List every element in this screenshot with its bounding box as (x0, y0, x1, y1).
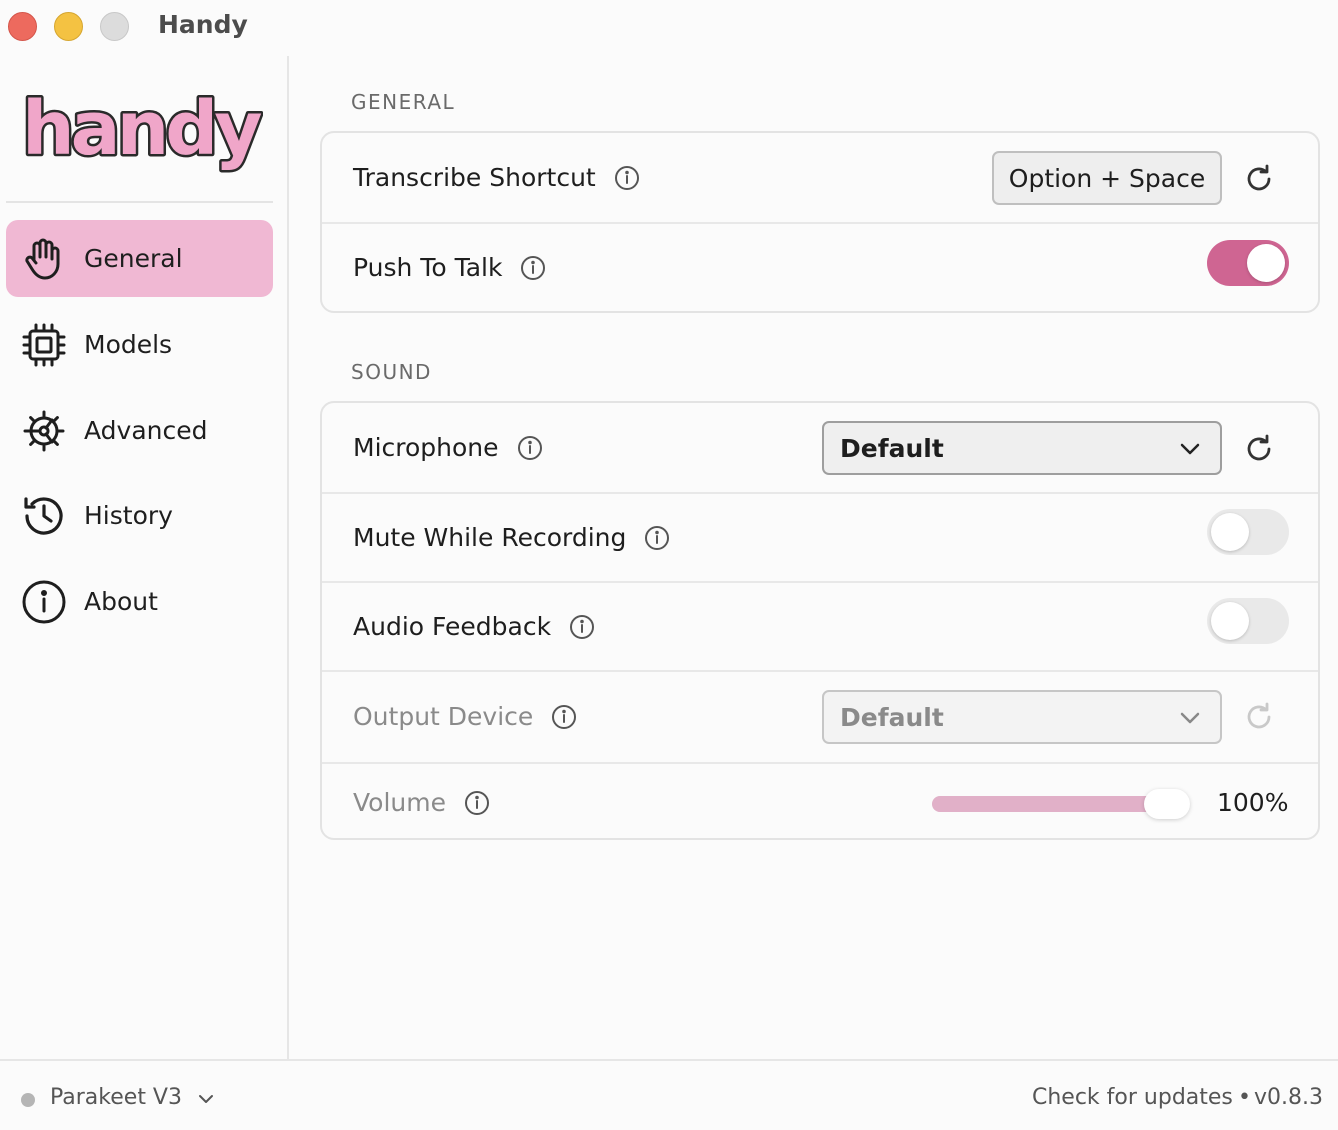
microphone-label: Microphone (353, 433, 499, 462)
setting-row-mute-while-recording: Mute While Recording (322, 494, 1318, 583)
chip-icon (21, 322, 67, 368)
title-bar: Handy (0, 0, 1338, 56)
volume-slider-thumb[interactable] (1144, 789, 1190, 819)
chevron-down-icon[interactable] (196, 1089, 216, 1109)
volume-slider-track (932, 789, 1190, 819)
reset-shortcut-icon[interactable] (1242, 162, 1276, 196)
app-version: v0.8.3 (1254, 1085, 1323, 1110)
transcribe-shortcut-label: Transcribe Shortcut (353, 163, 596, 192)
model-status-dot (21, 1093, 35, 1107)
sidebar-item-label: General (84, 244, 183, 273)
section-title-sound: SOUND (351, 360, 432, 384)
history-icon (21, 493, 67, 539)
setting-label: Audio Feedback (353, 612, 595, 641)
sidebar-item-history[interactable]: History (6, 477, 273, 554)
info-tooltip-icon[interactable] (569, 614, 595, 640)
setting-row-microphone: Microphone Default (322, 403, 1318, 494)
push-to-talk-label: Push To Talk (353, 253, 503, 282)
check-for-updates-link[interactable]: Check for updates (1032, 1085, 1233, 1110)
gear-icon (21, 408, 67, 454)
sidebar-item-general[interactable]: General (6, 220, 273, 297)
logo-text: handy (22, 86, 261, 172)
info-tooltip-icon[interactable] (517, 435, 543, 461)
setting-row-output-device: Output Device Default (322, 672, 1318, 764)
info-tooltip-icon[interactable] (614, 165, 640, 191)
setting-label: Volume (353, 788, 490, 817)
section-title-general: GENERAL (351, 90, 456, 114)
setting-label: Microphone (353, 433, 543, 462)
zoom-window-button[interactable] (100, 12, 129, 41)
info-tooltip-icon[interactable] (644, 525, 670, 551)
info-icon (21, 579, 67, 625)
toggle-knob (1247, 244, 1285, 282)
footer-bar: Parakeet V3 Check for updates • v0.8.3 (0, 1059, 1338, 1130)
close-window-button[interactable] (8, 12, 37, 41)
reset-output-device-icon[interactable] (1242, 700, 1276, 734)
setting-row-audio-feedback: Audio Feedback (322, 583, 1318, 672)
footer-separator: • (1238, 1085, 1251, 1110)
sound-settings-card: Microphone Default Mute While Recording … (320, 401, 1320, 840)
output-device-select[interactable]: Default (822, 690, 1222, 744)
handy-logo: handy (20, 86, 264, 175)
volume-label: Volume (353, 788, 446, 817)
microphone-select[interactable]: Default (822, 421, 1222, 475)
info-tooltip-icon[interactable] (520, 255, 546, 281)
mute-while-recording-label: Mute While Recording (353, 523, 627, 552)
sidebar-item-label: History (84, 501, 173, 530)
sidebar-divider (6, 201, 273, 203)
info-tooltip-icon[interactable] (551, 704, 577, 730)
sidebar: handy General Models Advanced History Ab… (0, 56, 289, 1059)
hand-icon (21, 236, 67, 282)
chevron-down-icon (1180, 712, 1200, 724)
sidebar-item-models[interactable]: Models (6, 306, 273, 383)
toggle-knob (1211, 513, 1249, 551)
output-device-select-value: Default (840, 702, 944, 732)
output-device-label: Output Device (353, 702, 534, 731)
microphone-select-value: Default (840, 433, 944, 463)
window-title: Handy (158, 10, 248, 39)
setting-row-volume: Volume 100% (322, 764, 1318, 838)
sidebar-item-label: About (84, 587, 158, 616)
push-to-talk-toggle[interactable] (1207, 240, 1289, 286)
sidebar-item-advanced[interactable]: Advanced (6, 392, 273, 469)
audio-feedback-label: Audio Feedback (353, 612, 552, 641)
model-selector[interactable]: Parakeet V3 (50, 1085, 182, 1110)
audio-feedback-toggle[interactable] (1207, 598, 1289, 644)
info-tooltip-icon[interactable] (464, 790, 490, 816)
shortcut-binding-button[interactable]: Option + Space (992, 151, 1222, 205)
minimize-window-button[interactable] (54, 12, 83, 41)
setting-label: Push To Talk (353, 253, 546, 282)
setting-row-push-to-talk: Push To Talk (322, 224, 1318, 311)
toggle-knob (1211, 602, 1249, 640)
sidebar-item-about[interactable]: About (6, 563, 273, 640)
mute-while-recording-toggle[interactable] (1207, 509, 1289, 555)
sidebar-item-label: Advanced (84, 416, 208, 445)
general-settings-card: Transcribe Shortcut Option + Space Push … (320, 131, 1320, 313)
setting-label: Transcribe Shortcut (353, 163, 640, 192)
setting-label: Output Device (353, 702, 577, 731)
sidebar-item-label: Models (84, 330, 173, 359)
volume-slider-fill (932, 796, 1167, 812)
setting-row-transcribe-shortcut: Transcribe Shortcut Option + Space (322, 133, 1318, 224)
volume-slider[interactable] (932, 788, 1192, 820)
chevron-down-icon (1180, 443, 1200, 455)
setting-label: Mute While Recording (353, 523, 670, 552)
volume-value: 100% (1217, 788, 1289, 817)
reset-microphone-icon[interactable] (1242, 432, 1276, 466)
